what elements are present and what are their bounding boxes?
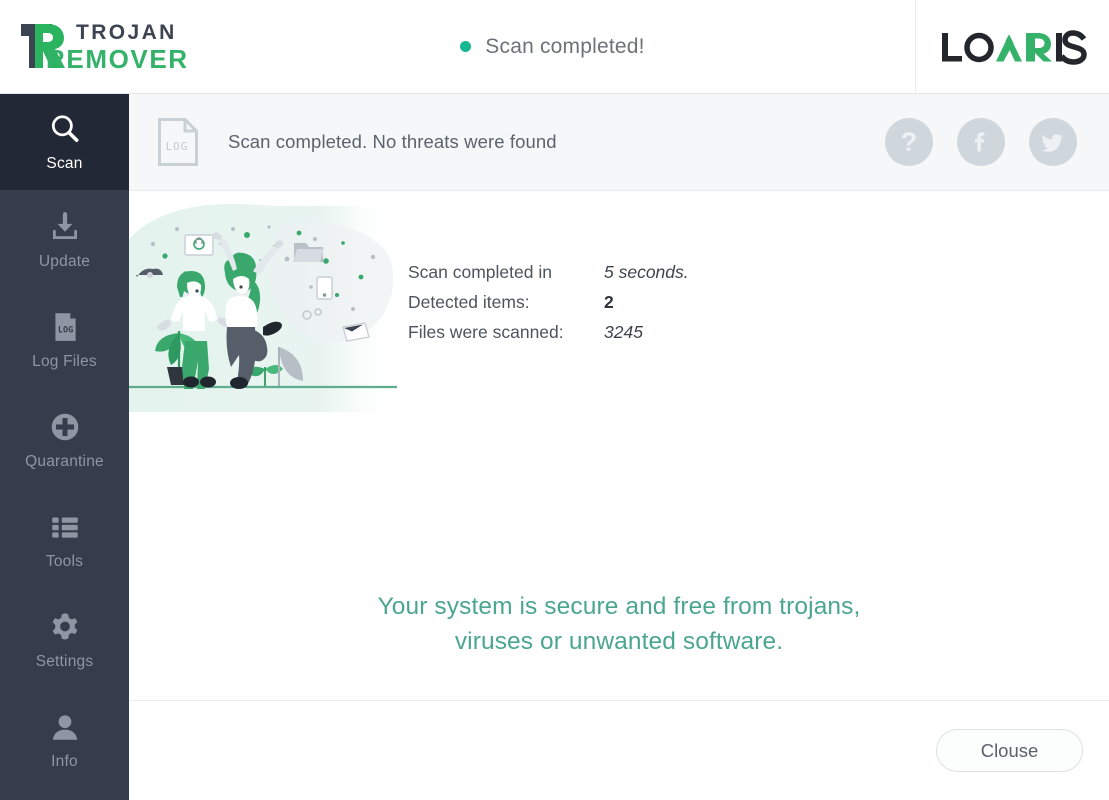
- sidebar-item-tools[interactable]: Tools: [0, 490, 129, 590]
- content-area: LOG Scan completed. No threats were foun…: [129, 94, 1109, 800]
- sidebar-item-label: Info: [51, 752, 78, 770]
- stat-value: 3245: [604, 322, 643, 342]
- svg-text:LOG: LOG: [166, 140, 189, 153]
- sidebar-item-label: Quarantine: [25, 452, 104, 470]
- app-brand: TROJAN REMOVER: [0, 0, 230, 93]
- people-celebrating-illustration: [129, 203, 401, 412]
- verdict-line-2: viruses or unwanted software.: [454, 628, 784, 655]
- gear-icon: [52, 612, 77, 640]
- header-action-buttons: ?: [885, 118, 1077, 166]
- sidebar-item-log-files[interactable]: LOG Log Files: [0, 290, 129, 390]
- scan-result-panel: Scan completed in 5 seconds. Detected it…: [129, 191, 1109, 700]
- svg-text:LOG: LOG: [57, 325, 72, 335]
- sidebar-item-update[interactable]: Update: [0, 190, 129, 290]
- brand-line-trojan: TROJAN: [76, 20, 177, 44]
- sidebar-item-info[interactable]: Info: [0, 690, 129, 790]
- sidebar-item-quarantine[interactable]: Quarantine: [0, 390, 129, 490]
- sidebar-item-label: Settings: [35, 652, 94, 670]
- trojan-remover-window: TROJAN REMOVER Scan completed! Scan Upda…: [0, 0, 1109, 800]
- status-dot-icon: [460, 41, 472, 52]
- sidebar-item-scan[interactable]: Scan: [0, 94, 129, 190]
- twitter-button[interactable]: [1029, 118, 1077, 166]
- stat-label: Files were scanned:: [408, 322, 564, 342]
- stat-value: 5 seconds.: [604, 262, 689, 282]
- sidebar-item-label: Tools: [45, 552, 84, 570]
- brand-wordmark: TROJAN REMOVER: [46, 20, 189, 72]
- download-icon: [52, 211, 77, 239]
- scan-stats: Scan completed in 5 seconds. Detected it…: [408, 262, 689, 343]
- sidebar-nav: Scan Update LOG Log Files Quarantine Too…: [0, 94, 129, 800]
- verdict-line-1: Your system is secure and free from troj…: [377, 593, 861, 620]
- twitter-icon: [1041, 134, 1063, 152]
- close-button[interactable]: Clouse: [936, 729, 1083, 772]
- title-bar: TROJAN REMOVER Scan completed!: [0, 0, 1109, 94]
- plus-circle-icon: [51, 413, 78, 440]
- log-document-icon: LOG: [158, 118, 198, 166]
- sidebar-item-label: Scan: [46, 154, 83, 172]
- vendor-logo: [915, 0, 1109, 93]
- facebook-icon: [975, 132, 985, 152]
- facebook-button[interactable]: [957, 118, 1005, 166]
- magnifier-icon: [51, 114, 78, 142]
- help-button[interactable]: ?: [885, 118, 933, 166]
- scan-result-message: Scan completed. No threats were found: [228, 131, 557, 152]
- sidebar-item-label: Update: [38, 252, 91, 270]
- list-icon: [51, 516, 78, 538]
- brand-line-remover: REMOVER: [46, 43, 189, 74]
- question-mark-icon: ?: [900, 126, 918, 157]
- stat-value: 2: [604, 292, 614, 312]
- sidebar-item-settings[interactable]: Settings: [0, 590, 129, 690]
- loaris-logo-icon: [941, 29, 1087, 65]
- sidebar-item-label: Log Files: [32, 352, 97, 370]
- stat-label: Scan completed in: [408, 262, 552, 282]
- app-body: Scan Update LOG Log Files Quarantine Too…: [0, 94, 1109, 800]
- content-header: LOG Scan completed. No threats were foun…: [129, 94, 1109, 191]
- user-icon: [52, 714, 77, 740]
- log-file-icon: LOG: [54, 312, 76, 341]
- verdict-message: Your system is secure and free from troj…: [129, 589, 1109, 659]
- status-text: Scan completed!: [485, 34, 645, 58]
- stat-label: Detected items:: [408, 292, 530, 312]
- footer-bar: Clouse: [129, 700, 1109, 800]
- scan-status: Scan completed!: [230, 0, 915, 93]
- scan-summary: Scan completed in 5 seconds. Detected it…: [129, 199, 689, 412]
